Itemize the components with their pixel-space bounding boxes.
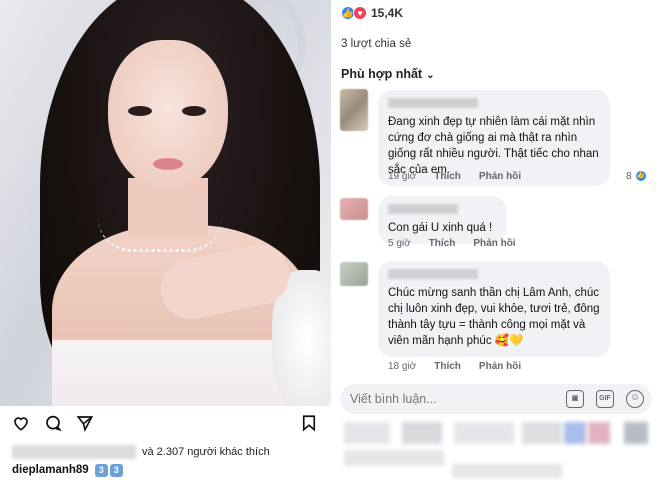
likes-text[interactable]: và 2.307 người khác thích [142,446,270,458]
like-link[interactable]: Thích [434,361,461,372]
comment-text: Con gái U xinh quá ! [388,222,493,234]
likes-summary: và 2.307 người khác thích [12,444,270,460]
comment-bubble: Chúc mừng sanh thần chị Lâm Anh, chúc ch… [378,261,610,357]
blurred-block [452,464,562,478]
reply-link[interactable]: Phản hồi [479,171,521,182]
reaction-count: 15,4K [371,6,404,20]
photo-eye-left [128,106,152,116]
blurred-liker-name [12,445,136,459]
comment-composer: ▣ GIF ☺ [340,384,652,414]
photo-necklace [98,218,222,252]
sort-label: Phù hợp nhất [341,67,423,81]
comment-reaction-count[interactable]: 8 👍 [626,170,647,182]
photo-lips [153,158,183,170]
comment-time[interactable]: 5 giờ [388,238,411,249]
reaction-summary[interactable]: 👍 ♥ 15,4K [341,4,403,22]
avatar[interactable] [340,198,368,220]
reply-link[interactable]: Phản hồi [473,238,515,249]
blurred-block [344,450,444,466]
bookmark-icon[interactable] [300,414,318,432]
instagram-post: và 2.307 người khác thích dieplamanh89 3… [0,0,331,480]
emoji-icon[interactable]: ☺ [626,390,644,408]
comment-icon[interactable] [44,414,62,432]
comment-bubble: Con gái U xinh quá ! [378,196,506,244]
comment-time[interactable]: 18 giờ [388,361,416,372]
blurred-commenter-name[interactable] [388,269,478,279]
comment-text: Đang xinh đẹp tự nhiên làm cái mặt nhìn … [388,116,599,176]
blurred-block [522,422,562,444]
chevron-down-icon: ⌄ [426,70,435,81]
like-reaction-icon: 👍 [634,170,647,182]
comment-sort[interactable]: Phù hợp nhất ⌄ [341,67,435,81]
comment-text: Chúc mừng sanh thần chị Lâm Anh, chúc ch… [388,287,600,347]
comment-meta: 5 giờ Thích Phản hồi [388,238,516,249]
blurred-block [588,422,610,444]
like-link[interactable]: Thích [429,238,456,249]
comment-input[interactable] [350,389,550,409]
heart-icon[interactable] [12,414,30,432]
sticker-icon[interactable]: ▣ [566,390,584,408]
blurred-block [624,422,648,444]
blurred-block [344,422,390,444]
share-count[interactable]: 3 lượt chia sẻ [341,38,411,50]
reply-link[interactable]: Phản hồi [479,361,521,372]
post-photo[interactable] [0,0,331,406]
gif-icon[interactable]: GIF [596,390,614,408]
avatar[interactable] [340,89,368,131]
caption: dieplamanh89 3 3 [12,462,125,478]
comment-meta: 18 giờ Thích Phản hồi [388,361,521,372]
facebook-comments: 👍 ♥ 15,4K 3 lượt chia sẻ Phù hợp nhất ⌄ Đ… [332,0,660,480]
blurred-block [454,422,514,444]
keycap-three-emoji: 3 [109,463,123,477]
blurred-block [402,422,442,444]
caption-username[interactable]: dieplamanh89 [12,464,89,476]
love-reaction-icon: ♥ [353,6,367,20]
photo-eye-right [182,106,206,116]
like-link[interactable]: Thích [434,171,461,182]
blurred-commenter-name[interactable] [388,98,478,108]
avatar[interactable] [340,262,368,286]
comment-meta: 19 giờ Thích Phản hồi [388,171,521,182]
share-icon[interactable] [76,414,94,433]
comment-reaction-number: 8 [626,170,632,182]
blurred-footer [332,420,660,480]
keycap-three-emoji: 3 [94,463,108,477]
screenshot-root: và 2.307 người khác thích dieplamanh89 3… [0,0,660,480]
post-actions [0,410,331,436]
comment-time[interactable]: 19 giờ [388,171,416,182]
blurred-block [564,422,586,444]
blurred-commenter-name[interactable] [388,204,458,214]
